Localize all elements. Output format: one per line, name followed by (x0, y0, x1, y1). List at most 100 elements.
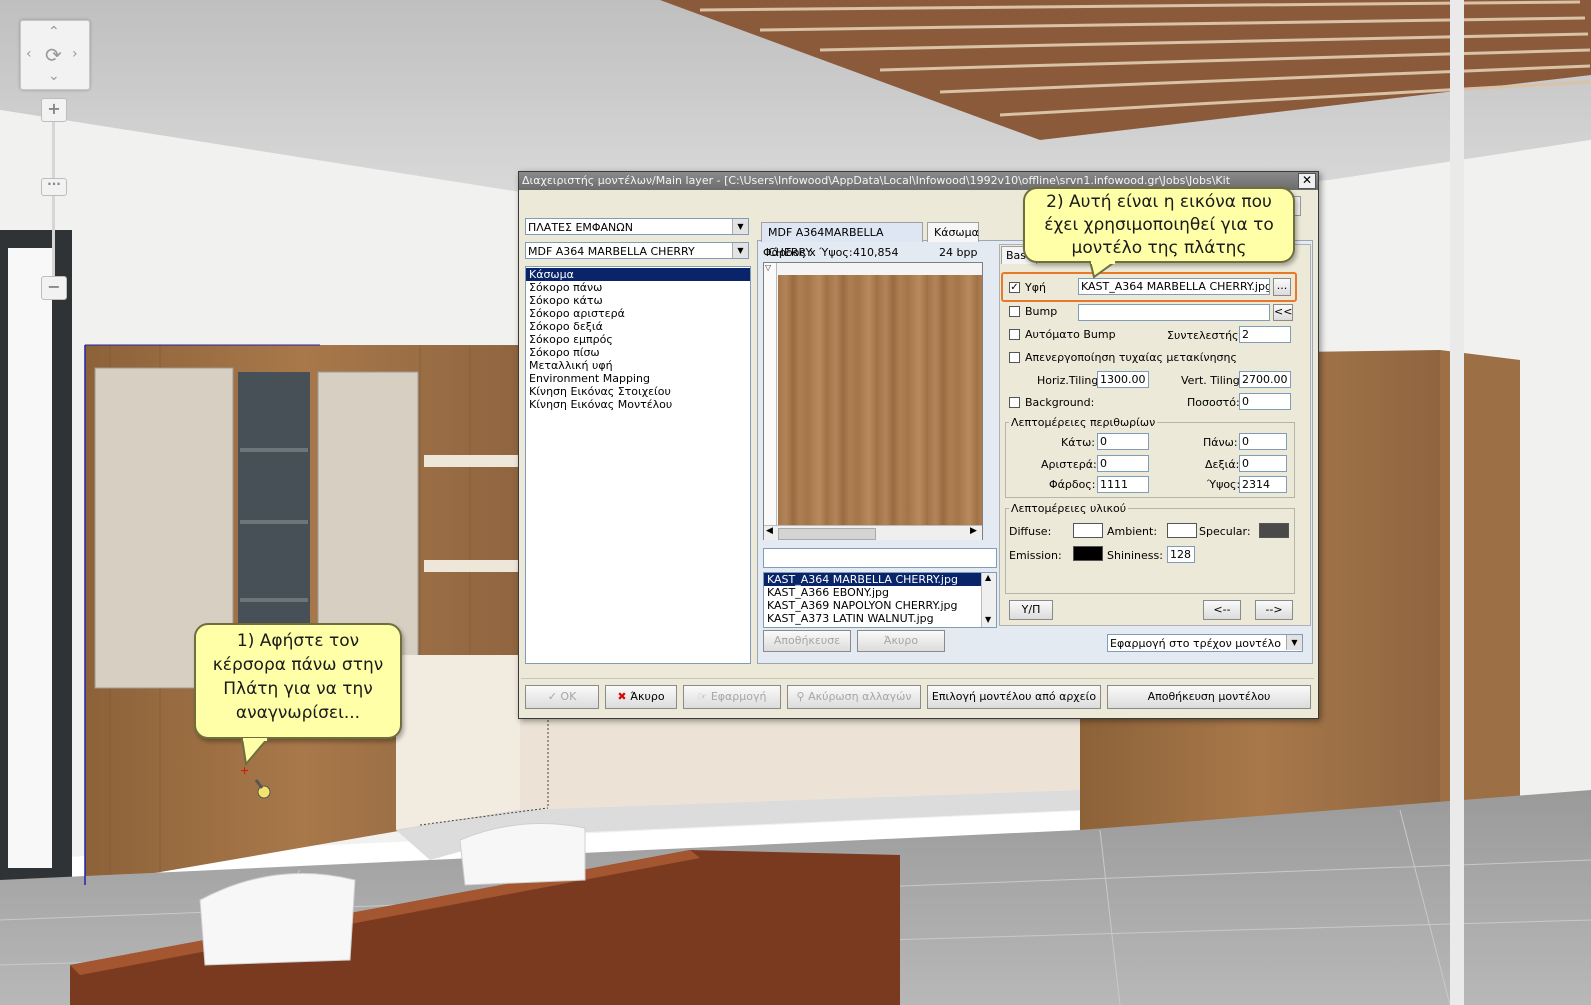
callout-line: κέρσορα πάνω στην (212, 655, 384, 675)
bump-button[interactable]: << (1273, 304, 1293, 321)
zoom-in-button[interactable]: + (41, 98, 67, 122)
list-item[interactable]: Σόκορο αριστερά (526, 307, 750, 320)
texture-file-list[interactable]: KAST_A364 MARBELLA CHERRY.jpg KAST_A366 … (763, 572, 997, 628)
save-texture-button[interactable]: Αποθήκευσε (763, 630, 851, 652)
texture-preview[interactable]: ▽ ◀ ▶ (763, 262, 983, 540)
top-label: Πάνω: (1203, 436, 1238, 449)
tab-casing[interactable]: Κάσωμα (927, 222, 979, 242)
tab-model[interactable]: MDF A364MARBELLA CHERRY (761, 222, 923, 259)
cancel-texture-button[interactable]: Άκυρο (857, 630, 945, 652)
file-filter-input[interactable] (763, 548, 997, 568)
zoom-slider-track[interactable] (52, 122, 55, 276)
revert-button[interactable]: ⚲ Ακύρωση αλλαγών (787, 685, 921, 709)
list-item[interactable]: Environment Mapping (526, 372, 750, 385)
choose-model-file-button[interactable]: Επιλογή μοντέλου από αρχείο (927, 685, 1101, 709)
scroll-thumb[interactable] (778, 528, 876, 540)
emission-swatch[interactable] (1073, 546, 1103, 561)
list-item[interactable]: Σόκορο δεξιά (526, 320, 750, 333)
ok-button[interactable]: ✓ OK (525, 685, 599, 709)
auto-bump-label: Αυτόματο Bump (1025, 328, 1116, 341)
close-button[interactable]: ✕ (1298, 173, 1316, 189)
list-item[interactable]: Μεταλλική υφή (526, 359, 750, 372)
scroll-right-icon[interactable]: ▶ (970, 526, 977, 536)
background-checkbox[interactable] (1009, 397, 1020, 408)
category-combo[interactable]: ΠΛΑΤΕΣ ΕΜΦΑΝΩΝ ▼ (525, 218, 749, 235)
previous-button[interactable]: <-- (1203, 600, 1241, 620)
list-item[interactable]: Σόκορο κάτω (526, 294, 750, 307)
height-label: Ύψος: (1207, 478, 1241, 491)
left-field[interactable]: 0 (1097, 455, 1149, 472)
rotate-icon[interactable]: ⟳ (45, 45, 62, 65)
factor-label: Συντελεστής: (1167, 329, 1243, 342)
horizontal-scrollbar[interactable]: ◀ ▶ (764, 525, 982, 540)
diffuse-swatch[interactable] (1073, 523, 1103, 538)
horiz-tiling-label: Horiz.Tiling: (1037, 374, 1103, 387)
disable-random-checkbox[interactable] (1009, 352, 1020, 363)
callout-line: 1) Αφήστε τον (236, 631, 360, 651)
pan-up-icon[interactable]: ⌃ (48, 25, 60, 39)
shininess-field[interactable]: 128 (1167, 546, 1195, 563)
model-combo[interactable]: MDF A364 MARBELLA CHERRY ▼ (525, 242, 749, 259)
yp-button[interactable]: Υ/Π (1009, 600, 1053, 620)
height-field[interactable]: 2314 (1239, 476, 1287, 493)
chevron-down-icon[interactable]: ▼ (732, 219, 748, 234)
bump-checkbox[interactable] (1009, 306, 1020, 317)
list-item[interactable]: KAST_A364 MARBELLA CHERRY.jpg (764, 573, 996, 586)
save-model-button[interactable]: Αποθήκευση μοντέλου (1107, 685, 1311, 709)
material-group-label: Λεπτομέρειες υλικού (1009, 502, 1129, 515)
chevron-down-icon[interactable]: ▼ (1286, 635, 1302, 650)
list-item[interactable]: KAST_A366 EBONY.jpg (764, 586, 996, 599)
list-item[interactable]: Σόκορο πάνω (526, 281, 750, 294)
apply-button[interactable]: ☞ Εφαρμογή (683, 685, 781, 709)
top-field[interactable]: 0 (1239, 433, 1287, 450)
factor-field[interactable]: 2 (1239, 326, 1291, 343)
zoom-out-button[interactable]: − (41, 276, 67, 300)
list-item[interactable]: KAST_A369 NAPOLYON CHERRY.jpg (764, 599, 996, 612)
part-list[interactable]: Κάσωμα Σόκορο πάνω Σόκορο κάτω Σόκορο αρ… (525, 266, 751, 664)
bottom-label: Κάτω: (1061, 436, 1096, 449)
scroll-down-icon[interactable]: ▼ (985, 615, 991, 624)
check-icon: ✓ (547, 690, 561, 703)
horiz-tiling-field[interactable]: 1300.00 (1097, 371, 1149, 388)
list-item[interactable]: KAST_A373 LATIN WALNUT.jpg (764, 612, 996, 625)
pan-right-icon[interactable]: › (72, 47, 78, 61)
scroll-left-icon[interactable]: ◀ (766, 526, 773, 536)
list-item[interactable]: Κίνηση Εικόνας Στοιχείου (526, 385, 750, 398)
pan-left-icon[interactable]: ‹ (26, 47, 32, 61)
list-item[interactable]: Κάσωμα (526, 268, 750, 281)
chevron-down-icon[interactable]: ▼ (732, 243, 748, 258)
list-item[interactable]: Κίνηση Εικόνας Μοντέλου (526, 398, 750, 411)
vertical-scrollbar[interactable]: ▲ ▼ (981, 573, 996, 627)
thumb-icon: ☞ (697, 690, 711, 703)
next-button[interactable]: --> (1255, 600, 1293, 620)
texture-checkbox[interactable]: ✓ (1009, 282, 1020, 293)
apply-scope-value: Εφαρμογή στο τρέχον μοντέλο (1110, 637, 1281, 650)
background-label: Background: (1025, 396, 1095, 409)
cancel-button[interactable]: ✖ Άκυρο (605, 685, 677, 709)
pan-down-icon[interactable]: ⌄ (48, 69, 60, 83)
auto-bump-checkbox[interactable] (1009, 329, 1020, 340)
hint-callout-2: 2) Αυτή είναι η εικόνα που έχει χρησιμοπ… (1023, 187, 1295, 263)
bump-field[interactable] (1078, 304, 1270, 321)
list-item[interactable]: Σόκορο εμπρός (526, 333, 750, 346)
right-field[interactable]: 0 (1239, 455, 1287, 472)
vert-tiling-label: Vert. Tiling: (1181, 374, 1244, 387)
specular-swatch[interactable] (1259, 523, 1289, 538)
apply-scope-combo[interactable]: Εφαρμογή στο τρέχον μοντέλο ▼ (1107, 634, 1303, 652)
cross-icon: ✖ (617, 690, 631, 703)
callout-2-pointer (1088, 261, 1118, 279)
list-item[interactable]: Σόκορο πίσω (526, 346, 750, 359)
percent-field[interactable]: 0 (1239, 393, 1291, 410)
ambient-swatch[interactable] (1167, 523, 1197, 538)
width-field[interactable]: 1111 (1097, 476, 1149, 493)
triangle-marker-icon: ▽ (765, 263, 772, 272)
vert-tiling-field[interactable]: 2700.00 (1239, 371, 1291, 388)
zoom-slider-handle[interactable]: ··· (41, 178, 67, 196)
bottom-field[interactable]: 0 (1097, 433, 1149, 450)
bpp-value: 24 bpp (939, 246, 978, 259)
navigation-pad[interactable]: ⌃ ‹ ⟳ › ⌄ (20, 20, 90, 90)
diffuse-label: Diffuse: (1009, 525, 1052, 538)
callout-line: Πλάτη για να την (223, 679, 373, 699)
texture-browse-button[interactable]: ... (1273, 278, 1291, 296)
scroll-up-icon[interactable]: ▲ (985, 573, 991, 582)
